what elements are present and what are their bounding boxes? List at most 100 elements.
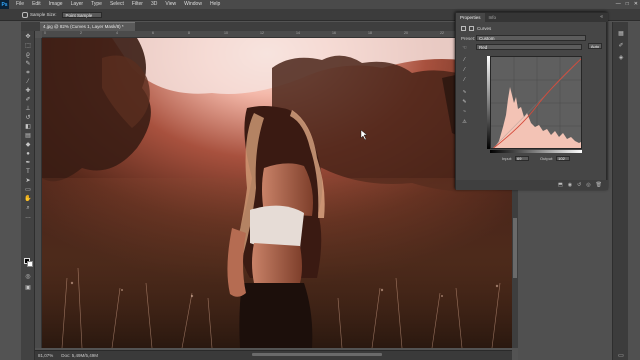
zoom-tool-icon[interactable]: ⌕ bbox=[24, 205, 32, 211]
menu: File Edit Image Layer Type Select Filter… bbox=[12, 0, 224, 9]
menu-edit[interactable]: Edit bbox=[28, 0, 45, 9]
close-button[interactable]: ✕ bbox=[634, 0, 638, 9]
histogram-svg bbox=[491, 57, 581, 148]
image-canvas[interactable] bbox=[42, 38, 512, 348]
target-adjust-icon[interactable]: ☜ bbox=[461, 45, 468, 52]
preset-select[interactable]: Custom bbox=[476, 35, 586, 41]
gradient-tool-icon[interactable]: ▤ bbox=[24, 133, 32, 139]
menu-image[interactable]: Image bbox=[45, 0, 67, 9]
ruler-mark: 10 bbox=[224, 31, 228, 35]
tab-properties[interactable]: Properties bbox=[456, 13, 485, 22]
pen-tool-icon[interactable]: ✒ bbox=[24, 160, 32, 166]
history-brush-icon[interactable]: ↺ bbox=[24, 115, 32, 121]
eye-preview-icon[interactable]: ◉ bbox=[568, 182, 572, 188]
path-select-icon[interactable]: ➤ bbox=[24, 178, 32, 184]
input-label: Input: bbox=[502, 156, 513, 161]
properties-footer: ⬒ ◉ ↺ ◎ 🗑 bbox=[456, 180, 608, 190]
gray-point-eyedropper-icon[interactable]: ⁄ bbox=[461, 67, 468, 74]
panel-dock: ▦ ✐ ◈ ▭ bbox=[612, 22, 628, 360]
draw-curve-icon[interactable]: ✎ bbox=[461, 99, 468, 106]
minimize-button[interactable]: — bbox=[616, 0, 621, 9]
hand-tool-icon[interactable]: ✋ bbox=[24, 196, 32, 202]
ruler-mark: 8 bbox=[188, 31, 190, 35]
reset-icon[interactable]: ↺ bbox=[577, 182, 581, 188]
ruler-mark: 6 bbox=[152, 31, 154, 35]
menu-file[interactable]: File bbox=[12, 0, 28, 9]
quick-mask-icon[interactable]: ◎ bbox=[24, 274, 32, 280]
menu-help[interactable]: Help bbox=[206, 0, 224, 9]
white-point-eyedropper-icon[interactable]: ⁄ bbox=[461, 77, 468, 84]
input-field[interactable]: 69 bbox=[515, 156, 530, 161]
crop-tool-icon[interactable]: ⌗ bbox=[24, 70, 32, 76]
quick-select-tool-icon[interactable]: ✎ bbox=[24, 61, 32, 67]
shape-tool-icon[interactable]: ▭ bbox=[24, 187, 32, 193]
timeline-icon[interactable]: ▭ bbox=[616, 352, 626, 360]
curves-adjustment-icon bbox=[461, 25, 466, 31]
type-tool-icon[interactable]: T bbox=[24, 169, 32, 175]
document-tab[interactable]: 4.jpg @ 82% (Curves 1, Layer Mask/8) * bbox=[40, 22, 135, 31]
horizontal-scroll-thumb[interactable] bbox=[252, 353, 382, 356]
more-tools-icon[interactable]: … bbox=[24, 214, 32, 220]
smooth-icon[interactable]: ~ bbox=[461, 109, 468, 116]
mask-icon[interactable] bbox=[469, 25, 474, 31]
ruler-mark: 14 bbox=[296, 31, 300, 35]
vertical-ruler bbox=[35, 38, 42, 348]
output-field[interactable]: 102 bbox=[556, 156, 571, 161]
photoshop-logo: Ps bbox=[0, 0, 9, 9]
menu-type[interactable]: Type bbox=[87, 0, 106, 9]
trash-icon[interactable]: 🗑 bbox=[596, 182, 602, 188]
panel-header: Curves bbox=[461, 24, 491, 32]
healing-brush-icon[interactable]: ✚ bbox=[24, 88, 32, 94]
ruler-mark: 18 bbox=[368, 31, 372, 35]
menu-bar: Ps File Edit Image Layer Type Select Fil… bbox=[0, 0, 640, 9]
photo-golden-hour-girl bbox=[42, 38, 512, 348]
menu-layer[interactable]: Layer bbox=[67, 0, 88, 9]
clip-icon[interactable]: ⬒ bbox=[558, 182, 563, 188]
menu-view[interactable]: View bbox=[161, 0, 180, 9]
layers-panel-icon[interactable]: ◈ bbox=[616, 54, 626, 63]
curves-graph[interactable] bbox=[490, 56, 582, 149]
history-panel-icon[interactable]: ▦ bbox=[616, 30, 626, 39]
menu-3d[interactable]: 3D bbox=[147, 0, 161, 9]
background-color-swatch[interactable] bbox=[27, 261, 33, 267]
move-tool-icon[interactable]: ✥ bbox=[24, 34, 32, 40]
tab-info[interactable]: Info bbox=[485, 13, 501, 22]
document-size: Doc: 5,49M/5,49M bbox=[61, 353, 99, 358]
input-gradient bbox=[490, 150, 582, 153]
menu-window[interactable]: Window bbox=[180, 0, 206, 9]
preset-row: Preset: Custom bbox=[461, 34, 603, 42]
zoom-level[interactable]: 81,07% bbox=[38, 353, 53, 358]
eyedropper-icon[interactable]: ⁄ bbox=[24, 79, 32, 85]
ruler-mark: 20 bbox=[404, 31, 408, 35]
menu-filter[interactable]: Filter bbox=[128, 0, 147, 9]
sample-size-label: Sample Size: bbox=[30, 12, 57, 17]
clipping-warning-icon[interactable]: ⚠ bbox=[461, 119, 468, 126]
brush-tool-icon[interactable]: ✐ bbox=[24, 97, 32, 103]
dodge-tool-icon[interactable]: ● bbox=[24, 151, 32, 157]
ruler-mark: 12 bbox=[260, 31, 264, 35]
edit-points-icon[interactable]: ∿ bbox=[461, 89, 468, 96]
window-controls: — □ ✕ bbox=[616, 0, 638, 9]
screen-mode-icon[interactable]: ▣ bbox=[24, 285, 32, 291]
eraser-tool-icon[interactable]: ◧ bbox=[24, 124, 32, 130]
auto-button[interactable]: Auto bbox=[588, 43, 602, 49]
brush-panel-icon[interactable]: ✐ bbox=[616, 42, 626, 51]
histogram-fill bbox=[493, 87, 581, 148]
output-label: Output: bbox=[540, 156, 554, 161]
eyedropper-tool-icon[interactable] bbox=[22, 12, 28, 18]
channel-select[interactable]: Red bbox=[476, 44, 582, 50]
visibility-icon[interactable]: ◎ bbox=[586, 182, 590, 188]
collapse-icon[interactable]: « bbox=[600, 13, 603, 22]
maximize-button[interactable]: □ bbox=[626, 0, 629, 9]
properties-tabs: Properties Info bbox=[456, 13, 608, 22]
menu-select[interactable]: Select bbox=[106, 0, 128, 9]
black-point-eyedropper-icon[interactable]: ⁄ bbox=[461, 57, 468, 64]
marquee-tool-icon[interactable]: ⬚ bbox=[24, 43, 32, 49]
sample-size-select[interactable]: Point Sample bbox=[61, 11, 102, 18]
clone-stamp-icon[interactable]: ⊥ bbox=[24, 106, 32, 112]
lasso-tool-icon[interactable]: ϱ bbox=[24, 52, 32, 58]
vertical-scroll-thumb[interactable] bbox=[513, 218, 517, 278]
ruler-mark: 22 bbox=[440, 31, 444, 35]
tools-panel: ✥ ⬚ ϱ ✎ ⌗ ⁄ ✚ ✐ ⊥ ↺ ◧ ▤ ◆ ● ✒ T ➤ ▭ ✋ ⌕ … bbox=[21, 31, 35, 360]
blur-tool-icon[interactable]: ◆ bbox=[24, 142, 32, 148]
